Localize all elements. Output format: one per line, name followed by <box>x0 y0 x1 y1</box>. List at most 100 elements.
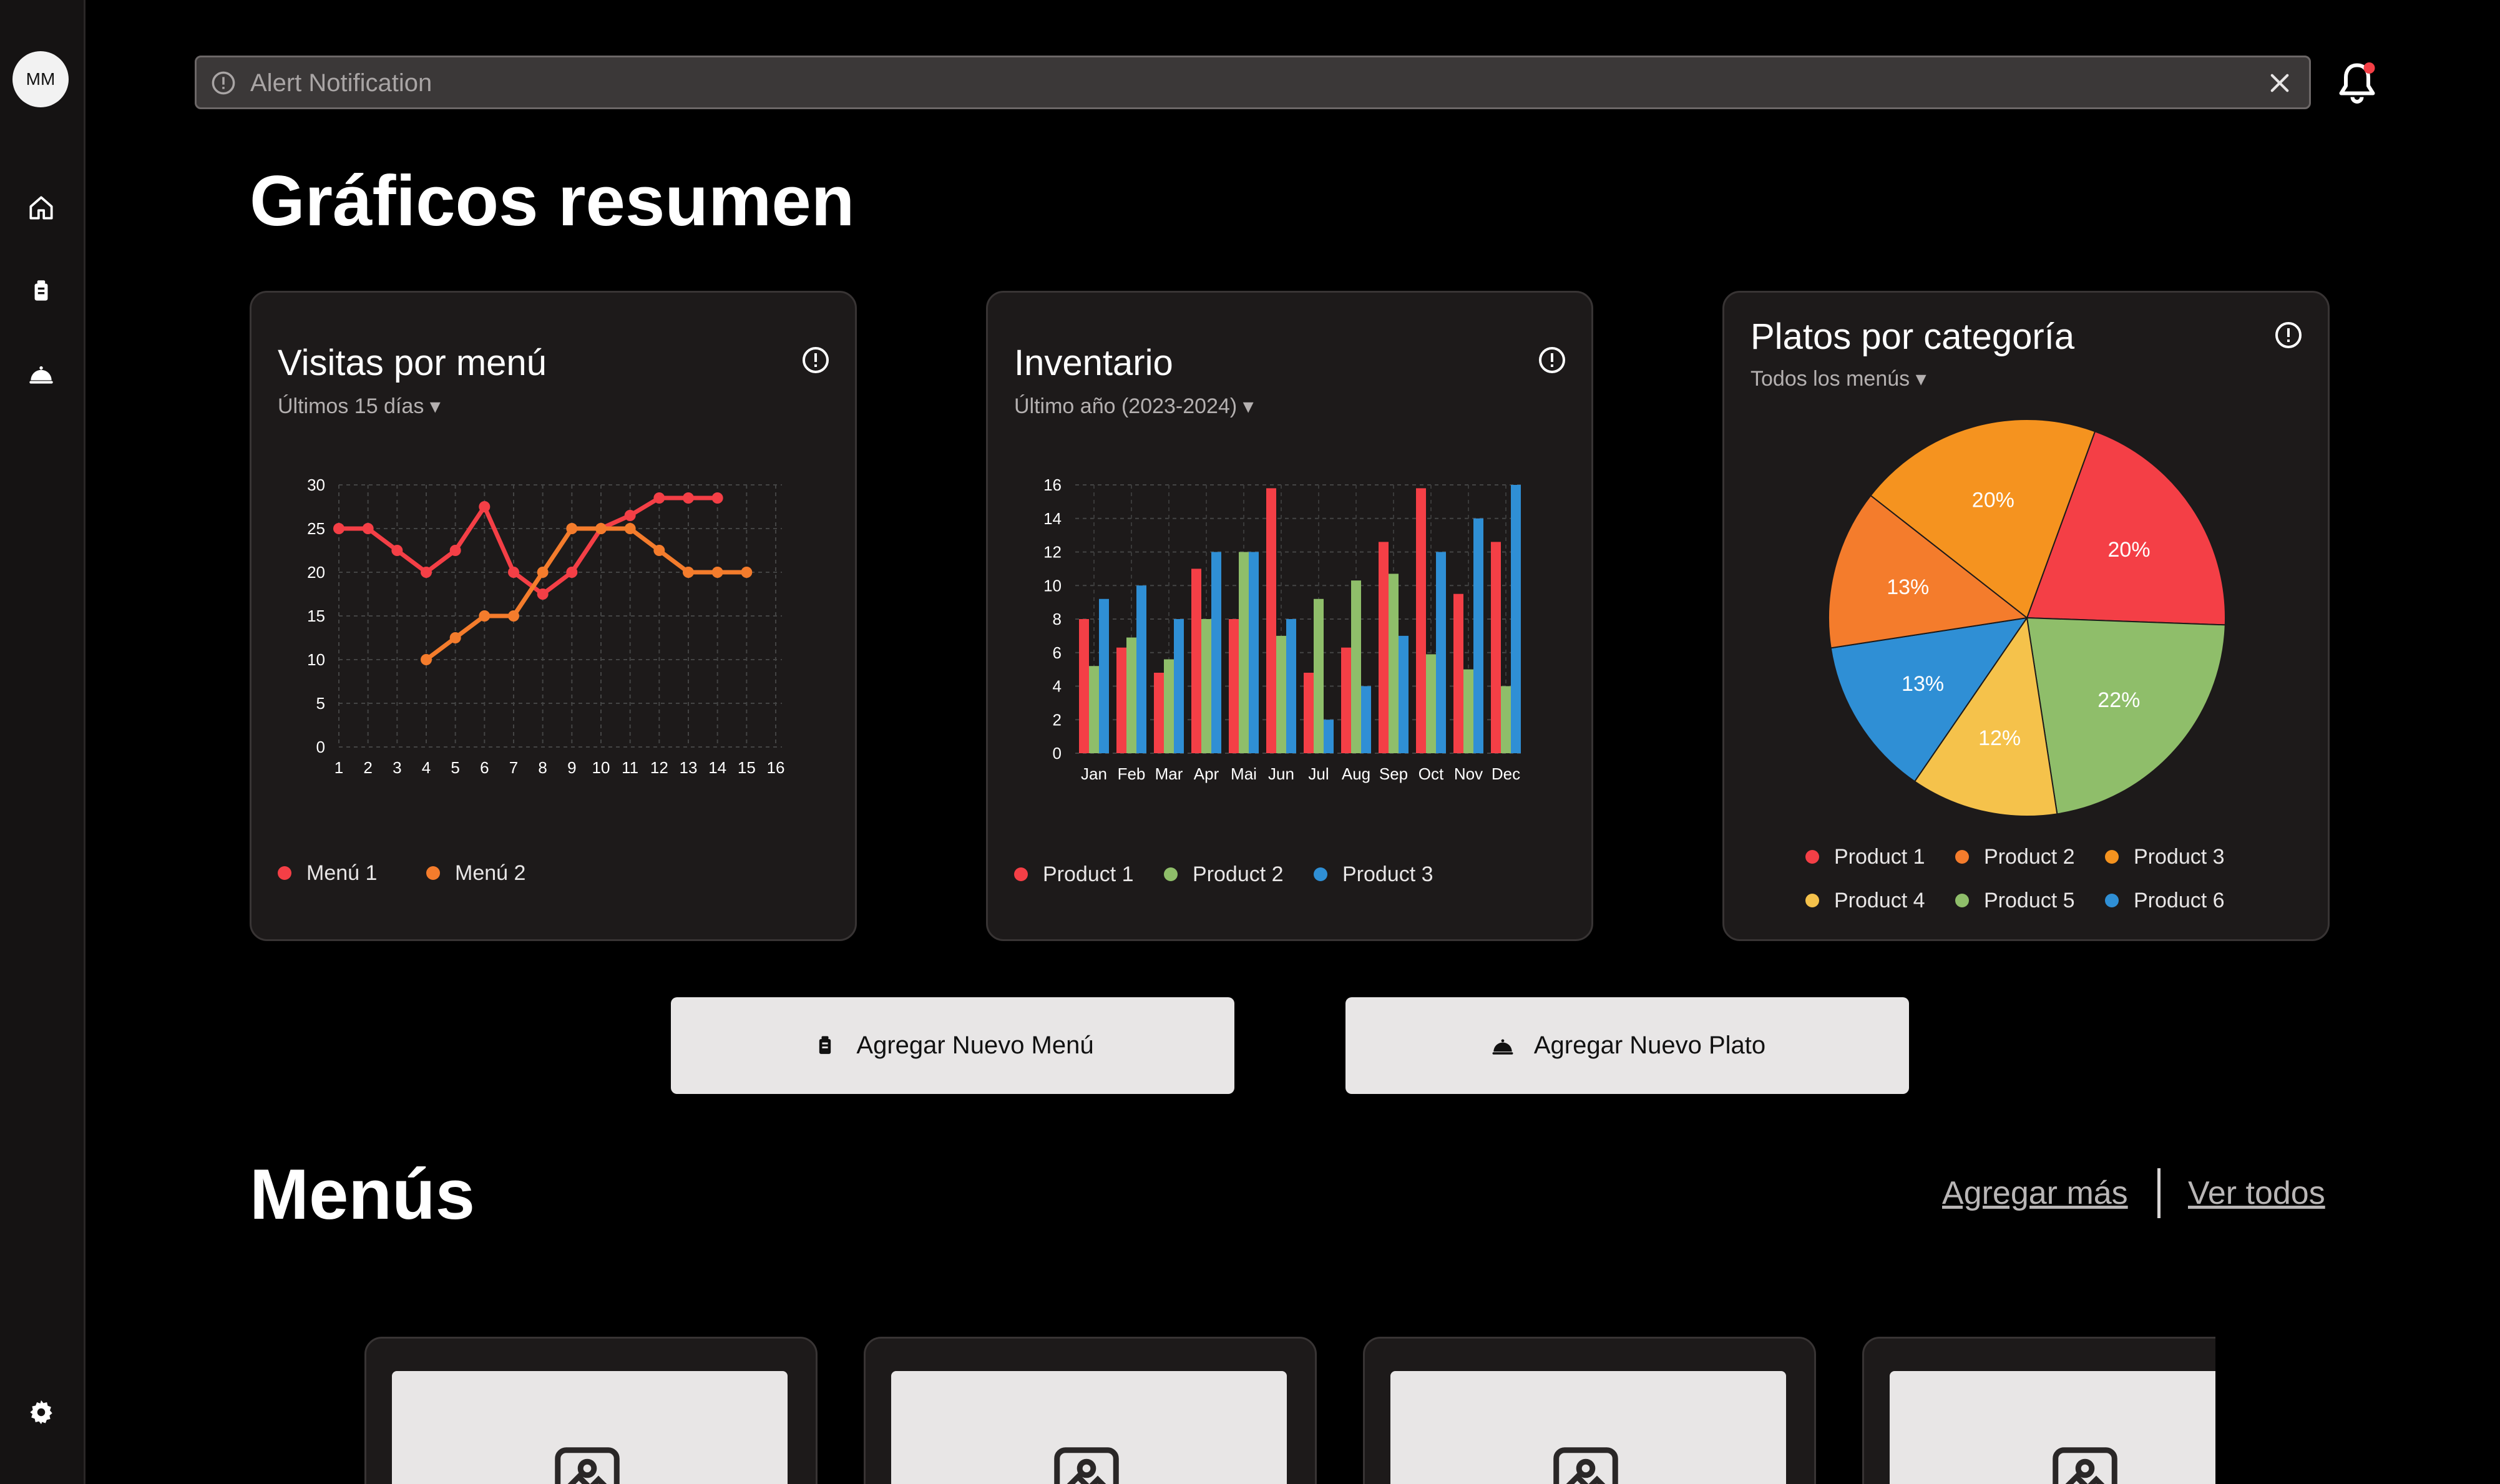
menu-book-icon[interactable] <box>26 276 57 307</box>
info-icon[interactable] <box>2273 320 2303 350</box>
legend-dot <box>1955 850 1969 864</box>
data-point <box>624 523 636 534</box>
bar <box>1314 598 1324 753</box>
x-tick-label: 5 <box>451 758 459 777</box>
legend-dot <box>1805 850 1819 864</box>
bar <box>1361 686 1371 753</box>
y-tick-label: 12 <box>1043 543 1062 562</box>
period-dropdown[interactable]: Últimos 15 días ▾ <box>278 394 441 419</box>
y-tick-label: 6 <box>1053 643 1062 662</box>
notification-bell-icon[interactable] <box>2335 59 2380 107</box>
data-point <box>479 501 491 512</box>
y-tick-label: 0 <box>1053 744 1062 763</box>
x-tick-label: 8 <box>538 758 547 777</box>
y-tick-label: 14 <box>1043 509 1062 528</box>
data-point <box>391 545 403 556</box>
x-tick-label: 4 <box>422 758 431 777</box>
bar <box>1463 669 1473 753</box>
legend-item-product-3: Product 3 <box>1314 862 1433 887</box>
home-icon[interactable] <box>26 192 57 223</box>
slice-label: 13% <box>1902 672 1944 696</box>
data-point <box>711 492 723 504</box>
x-tick-label: 12 <box>650 758 668 777</box>
menu-card-image <box>891 1371 1287 1484</box>
legend-dot <box>2105 894 2119 907</box>
line-chart: 0510152025301 2 3 4 5 6 7 8 9 10 11 12 13 14 15 16 <box>307 476 784 777</box>
info-icon[interactable] <box>1537 345 1567 375</box>
data-point <box>508 567 519 578</box>
image-placeholder-icon <box>1054 1447 1119 1484</box>
y-tick-label: 20 <box>307 563 325 582</box>
period-dropdown[interactable]: Último año (2023-2024) ▾ <box>1014 394 1254 419</box>
legend-label: Product 6 <box>2134 889 2225 912</box>
cloche-icon[interactable] <box>26 358 57 389</box>
image-placeholder-icon <box>2053 1447 2117 1484</box>
bar <box>1136 585 1146 753</box>
bar <box>1501 686 1511 753</box>
data-point <box>595 523 607 534</box>
bar <box>1089 666 1099 753</box>
x-tick-label: 7 <box>509 758 518 777</box>
slice-label: 13% <box>1887 575 1929 599</box>
bar <box>1453 593 1463 753</box>
legend-label: Product 4 <box>1834 889 1925 912</box>
x-tick-label: Sep <box>1379 764 1408 783</box>
legend-label: Product 1 <box>1834 845 1925 869</box>
legend-label: Product 3 <box>2134 845 2225 869</box>
menu-card-image <box>392 1371 788 1484</box>
data-point <box>421 567 432 578</box>
bar <box>1426 654 1436 753</box>
data-point <box>449 545 461 556</box>
legend-item-product-1: Product 1 <box>1014 862 1134 887</box>
avatar[interactable]: MM <box>12 51 69 107</box>
add-more-link[interactable]: Agregar más <box>1942 1174 2128 1212</box>
y-tick-label: 5 <box>316 694 325 713</box>
x-tick-label: Feb <box>1118 764 1146 783</box>
bar <box>1286 619 1296 753</box>
alert-notification-bar: Alert Notification <box>195 56 2311 109</box>
bar <box>1174 619 1184 753</box>
y-tick-label: 8 <box>1053 610 1062 628</box>
bar <box>1379 542 1389 753</box>
legend-label: Product 2 <box>1984 845 2075 869</box>
legend-label: Product 5 <box>1984 889 2075 912</box>
bar <box>1399 635 1409 753</box>
slice-label: 20% <box>1972 488 2014 512</box>
x-tick-label: 6 <box>480 758 489 777</box>
data-point <box>683 567 694 578</box>
gear-icon[interactable] <box>26 1397 57 1428</box>
legend-dot <box>1955 894 1969 907</box>
y-tick-label: 15 <box>307 607 325 625</box>
bar <box>1266 488 1276 753</box>
info-icon[interactable] <box>801 345 831 375</box>
bar <box>1099 598 1109 753</box>
add-dish-button[interactable]: Agregar Nuevo Plato <box>1345 997 1909 1094</box>
bar <box>1416 488 1426 753</box>
add-menu-button[interactable]: Agregar Nuevo Menú <box>671 997 1234 1094</box>
bar <box>1389 574 1399 753</box>
bar <box>1154 673 1164 753</box>
legend-item-menu-2: Menú 2 <box>426 861 525 886</box>
bar <box>1304 673 1314 753</box>
bar <box>1079 619 1089 753</box>
legend-dot <box>1805 894 1819 907</box>
link-divider <box>2157 1168 2161 1218</box>
see-all-link[interactable]: Ver todos <box>2188 1174 2325 1212</box>
bar <box>1201 619 1211 753</box>
categories-chart-card: Platos por categoría Todos los menús ▾ 2… <box>1722 291 2330 941</box>
y-tick-label: 30 <box>307 476 325 494</box>
menu-cards-row <box>362 1329 2215 1484</box>
alert-text: Alert Notification <box>250 69 432 97</box>
card-title: Platos por categoría <box>1750 316 2075 357</box>
close-icon[interactable] <box>2267 70 2293 96</box>
x-tick-label: Oct <box>1418 764 1444 783</box>
menu-dropdown[interactable]: Todos los menús ▾ <box>1750 366 1926 391</box>
bar <box>1351 580 1361 753</box>
x-tick-label: 13 <box>680 758 698 777</box>
menus-section-title: Menús <box>250 1155 476 1234</box>
add-menu-label: Agregar Nuevo Menú <box>856 1032 1094 1059</box>
data-point <box>537 567 549 578</box>
legend-item: Product 1 <box>1805 844 1925 869</box>
bar <box>1164 659 1174 753</box>
sidebar: MM <box>0 0 85 1484</box>
